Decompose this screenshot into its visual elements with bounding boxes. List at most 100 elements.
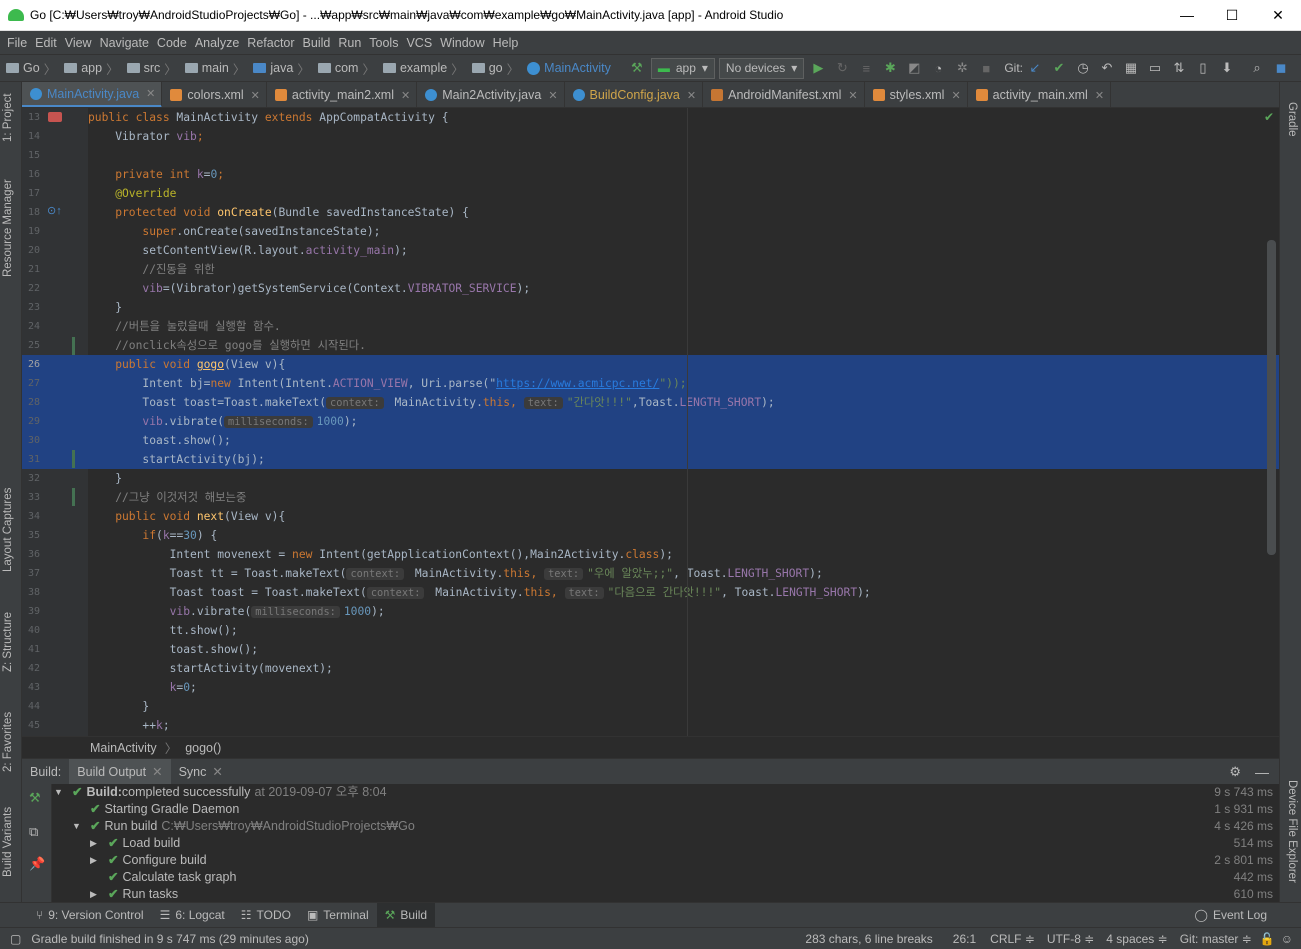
- tool-logcat[interactable]: ☰ 6: Logcat: [152, 903, 233, 928]
- build-row[interactable]: ✔ Starting Gradle Daemon: [90, 801, 239, 818]
- project-structure-icon[interactable]: ▦: [1119, 57, 1143, 79]
- apply-changes-icon[interactable]: ↻: [830, 57, 854, 79]
- tab-buildconfig-java[interactable]: BuildConfig.java ✕: [565, 82, 704, 107]
- hide-panel-icon[interactable]: —: [1255, 764, 1269, 780]
- attach-debugger-icon[interactable]: ◩: [902, 57, 926, 79]
- tool-build[interactable]: ⚒ Build: [376, 902, 436, 928]
- gradle-tab[interactable]: Gradle: [1286, 102, 1298, 137]
- menu-view[interactable]: View: [61, 36, 96, 50]
- editor-scrollbar[interactable]: [1267, 240, 1276, 555]
- git-commit-icon[interactable]: ✔: [1047, 57, 1071, 79]
- menu-navigate[interactable]: Navigate: [96, 36, 153, 50]
- build-row[interactable]: ▼ ✔ Build: completed successfully at 2019-0…: [54, 784, 387, 801]
- inspector-icon[interactable]: ☺: [1281, 932, 1293, 946]
- close-icon[interactable]: ✕: [212, 764, 222, 779]
- build-row[interactable]: ▼ ✔ Run build C:₩Users₩troy₩AndroidStudioPr…: [72, 818, 415, 835]
- resource-manager-tab[interactable]: Resource Manager: [2, 179, 14, 277]
- close-icon[interactable]: ✕: [251, 89, 260, 102]
- stop-icon[interactable]: ■: [974, 57, 998, 79]
- tab-styles-xml[interactable]: styles.xml ✕: [865, 82, 968, 107]
- tool-event-log[interactable]: ◯ Event Log: [1187, 903, 1275, 928]
- panel-toggle-icon[interactable]: ▢: [10, 932, 21, 946]
- layout-icon[interactable]: ▭: [1143, 57, 1167, 79]
- indent-setting[interactable]: 4 spaces ≑: [1106, 932, 1167, 946]
- menu-analyze[interactable]: Analyze: [191, 36, 243, 50]
- apply-code-icon[interactable]: ≡: [854, 57, 878, 79]
- device-select[interactable]: No devices ▾: [718, 57, 805, 79]
- close-icon[interactable]: ✕: [548, 89, 557, 102]
- file-encoding[interactable]: UTF-8 ≑: [1047, 932, 1094, 946]
- tool-terminal[interactable]: ▣ Terminal: [299, 903, 377, 928]
- avd-manager-icon[interactable]: ▯: [1191, 57, 1215, 79]
- sdk-manager-icon[interactable]: ⬇: [1215, 57, 1239, 79]
- breadcrumb-class[interactable]: MainActivity: [90, 741, 157, 755]
- minimize-button[interactable]: —: [1164, 0, 1210, 30]
- tool-todo[interactable]: ☷ TODO: [233, 903, 299, 928]
- build-variants-tab[interactable]: Build Variants: [2, 807, 14, 877]
- nav-crumb-go-package[interactable]: go 〉: [470, 59, 525, 78]
- menu-file[interactable]: File: [3, 36, 31, 50]
- gear-icon[interactable]: ⚙: [1229, 764, 1241, 780]
- maximize-button[interactable]: ☐: [1209, 0, 1255, 30]
- favorites-tab[interactable]: 2: Favorites: [2, 712, 14, 772]
- tab-androidmanifest-xml[interactable]: AndroidManifest.xml ✕: [703, 82, 865, 107]
- run-icon[interactable]: ▶: [806, 57, 830, 79]
- build-row[interactable]: ✔ Calculate task graph: [108, 869, 236, 886]
- nav-crumb-app[interactable]: app 〉: [62, 59, 124, 78]
- debug-icon[interactable]: ✱: [878, 57, 902, 79]
- device-file-explorer-tab[interactable]: Device File Explorer: [1286, 780, 1298, 883]
- git-update-icon[interactable]: ↙: [1023, 57, 1047, 79]
- menu-help[interactable]: Help: [489, 36, 523, 50]
- menu-code[interactable]: Code: [153, 36, 191, 50]
- tab-activity-main2-xml[interactable]: activity_main2.xml ✕: [267, 82, 418, 107]
- build-row[interactable]: ▶ ✔ Configure build: [90, 852, 207, 869]
- menu-tools[interactable]: Tools: [365, 36, 402, 50]
- nav-crumb-mainactivity[interactable]: MainActivity: [525, 61, 613, 75]
- caret-position[interactable]: 26:1: [953, 932, 976, 946]
- toggle-view-icon[interactable]: ⧉: [29, 824, 38, 840]
- nav-crumb-java[interactable]: java 〉: [251, 59, 315, 78]
- profile-icon[interactable]: ◔: [926, 57, 950, 79]
- project-tool-tab[interactable]: 1: Project: [2, 93, 14, 142]
- build-row[interactable]: ▶ ✔ Run tasks: [90, 886, 178, 903]
- tool-version-control[interactable]: ⑂ 9: Version Control: [28, 903, 152, 928]
- account-icon[interactable]: ◼: [1269, 57, 1293, 79]
- code-editor[interactable]: public class MainActivity extends AppCom…: [88, 108, 1279, 736]
- hammer-icon[interactable]: ⚒: [625, 57, 649, 79]
- close-icon[interactable]: ✕: [1095, 89, 1104, 102]
- build-row[interactable]: ▶ ✔ Load build: [90, 835, 180, 852]
- lock-icon[interactable]: 🔓: [1260, 932, 1275, 946]
- menu-vcs[interactable]: VCS: [402, 36, 436, 50]
- close-icon[interactable]: ✕: [401, 89, 410, 102]
- nav-crumb-src[interactable]: src 〉: [125, 59, 183, 78]
- nav-crumb-go[interactable]: Go 〉: [0, 59, 62, 78]
- breadcrumb-method[interactable]: gogo(): [185, 741, 221, 755]
- menu-refactor[interactable]: Refactor: [243, 36, 298, 50]
- nav-crumb-main[interactable]: main 〉: [183, 59, 252, 78]
- close-icon[interactable]: ✕: [951, 89, 960, 102]
- layout-captures-tab[interactable]: Layout Captures: [2, 488, 14, 572]
- status-message[interactable]: Gradle build finished in 9 s 747 ms (29 …: [31, 932, 308, 946]
- search-icon[interactable]: ⌕: [1245, 57, 1269, 79]
- pin-icon[interactable]: 📌: [29, 856, 45, 872]
- close-icon[interactable]: ✕: [848, 89, 857, 102]
- run-config-select[interactable]: ▬ app ▾: [650, 57, 715, 79]
- sync-icon[interactable]: ⇅: [1167, 57, 1191, 79]
- attach-icon[interactable]: ✲: [950, 57, 974, 79]
- nav-crumb-com[interactable]: com 〉: [316, 59, 381, 78]
- structure-tab[interactable]: Z: Structure: [2, 612, 14, 672]
- rollback-icon[interactable]: ↶: [1095, 57, 1119, 79]
- close-icon[interactable]: ✕: [687, 89, 696, 102]
- close-icon[interactable]: ✕: [152, 764, 162, 779]
- close-button[interactable]: ✕: [1255, 0, 1301, 30]
- override-marker-icon[interactable]: ⊙↑: [47, 204, 62, 217]
- inspection-ok-icon[interactable]: ✔: [1264, 110, 1274, 124]
- menu-build[interactable]: Build: [299, 36, 335, 50]
- close-icon[interactable]: ✕: [146, 87, 155, 100]
- tab-activity-main-xml[interactable]: activity_main.xml ✕: [968, 82, 1112, 107]
- nav-crumb-example[interactable]: example 〉: [381, 59, 470, 78]
- tab-main2activity-java[interactable]: Main2Activity.java ✕: [417, 82, 565, 107]
- tab-colors-xml[interactable]: colors.xml ✕: [162, 82, 267, 107]
- line-separator[interactable]: CRLF ≑: [990, 932, 1035, 946]
- tab-sync[interactable]: Sync ✕: [171, 759, 231, 785]
